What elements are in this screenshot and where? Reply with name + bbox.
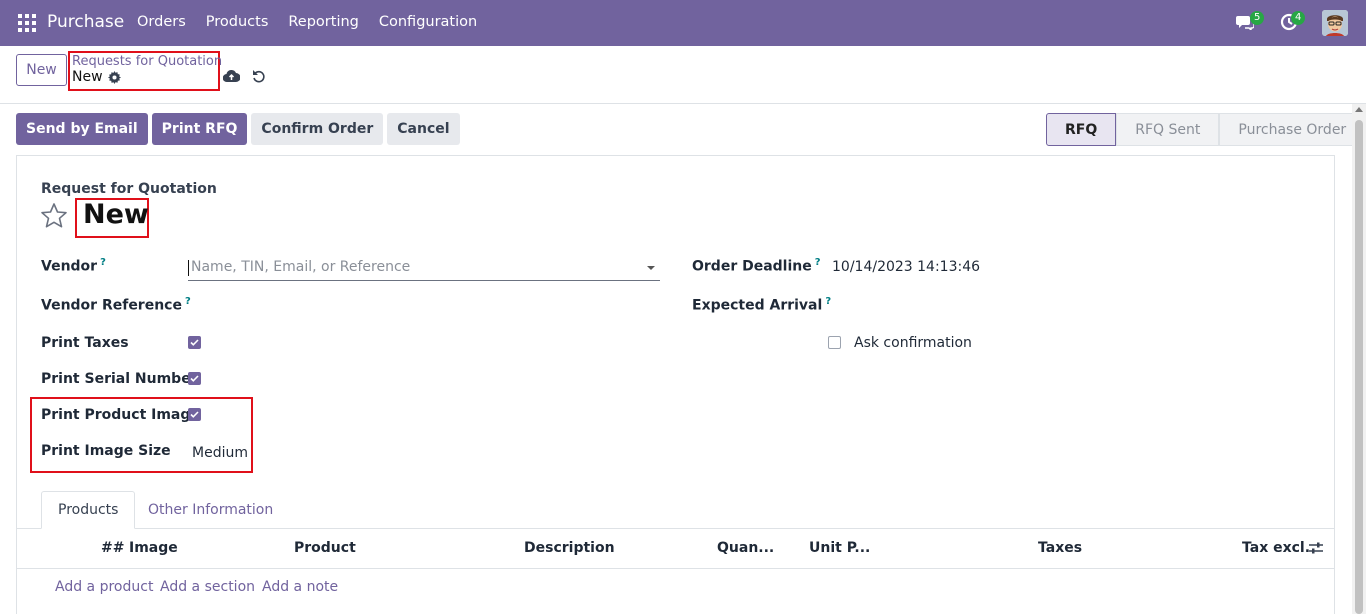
action-buttons: Send by Email Print RFQ Confirm Order Ca… <box>16 113 460 145</box>
print-taxes-label: Print Taxes <box>41 335 129 351</box>
order-deadline-field[interactable]: 10/14/2023 14:13:46 <box>832 259 980 275</box>
document-type-label: Request for Quotation <box>41 181 217 197</box>
print-serial-checkbox[interactable] <box>188 372 201 385</box>
activity-badge: 4 <box>1291 11 1306 25</box>
tab-products[interactable]: Products <box>41 491 136 529</box>
stage-rfq[interactable]: RFQ <box>1046 113 1117 146</box>
expected-arrival-label: Expected Arrival? <box>692 296 832 314</box>
dropdown-arrow-icon[interactable] <box>647 266 655 270</box>
menu-item-configuration[interactable]: Configuration <box>379 14 477 30</box>
cancel-button[interactable]: Cancel <box>387 113 460 145</box>
discard-undo-icon[interactable] <box>252 69 266 83</box>
print-image-size-label: Print Image Size <box>41 443 171 459</box>
table-header-divider <box>16 568 1335 569</box>
app-name[interactable]: Purchase <box>47 12 124 32</box>
add-product-link[interactable]: Add a product <box>55 579 153 595</box>
send-by-email-button[interactable]: Send by Email <box>16 113 148 145</box>
column-image[interactable]: Image <box>129 540 178 556</box>
save-cloud-icon[interactable] <box>223 69 240 83</box>
new-button[interactable]: New <box>16 54 67 86</box>
check-icon <box>190 411 199 418</box>
column-product[interactable]: Product <box>294 540 356 556</box>
column-description[interactable]: Description <box>524 540 615 556</box>
scroll-up-arrow-icon[interactable] <box>1355 107 1363 112</box>
menu-item-products[interactable]: Products <box>206 14 269 30</box>
star-icon[interactable] <box>40 202 68 230</box>
vendor-reference-label: Vendor Reference? <box>41 296 191 314</box>
breadcrumb-current: New <box>72 69 103 85</box>
stage-rfq-sent[interactable]: RFQ Sent <box>1116 113 1220 146</box>
print-taxes-checkbox[interactable] <box>188 336 201 349</box>
order-deadline-label: Order Deadline? <box>692 257 821 275</box>
text-caret <box>188 260 189 276</box>
status-bar: RFQ RFQ Sent Purchase Order <box>1046 113 1366 146</box>
column-unit-price[interactable]: Unit P... <box>809 540 870 556</box>
check-icon <box>190 339 199 346</box>
help-icon[interactable]: ? <box>815 257 821 268</box>
column-sequence: ## <box>101 540 125 556</box>
ask-confirmation-label: Ask confirmation <box>854 335 972 351</box>
main-menu: Orders Products Reporting Configuration <box>137 14 477 30</box>
add-section-link[interactable]: Add a section <box>160 579 255 595</box>
vendor-label: Vendor? <box>41 257 106 275</box>
confirm-order-button[interactable]: Confirm Order <box>251 113 384 145</box>
check-icon <box>190 375 199 382</box>
record-title: New <box>83 199 149 230</box>
print-product-image-checkbox[interactable] <box>188 408 201 421</box>
print-image-size-select[interactable]: Medium <box>192 445 248 461</box>
vendor-input[interactable]: Name, TIN, Email, or Reference <box>188 257 660 281</box>
print-rfq-button[interactable]: Print RFQ <box>151 113 248 145</box>
help-icon[interactable]: ? <box>825 296 831 307</box>
help-icon[interactable]: ? <box>185 296 191 307</box>
column-quantity[interactable]: Quan... <box>717 540 774 556</box>
add-note-link[interactable]: Add a note <box>262 579 338 595</box>
stage-purchase-order[interactable]: Purchase Order <box>1219 113 1366 146</box>
user-avatar[interactable] <box>1322 10 1348 36</box>
gear-icon[interactable] <box>108 71 121 84</box>
control-panel: New Requests for Quotation New <box>0 46 1366 104</box>
breadcrumb-parent[interactable]: Requests for Quotation <box>72 54 222 69</box>
column-taxes[interactable]: Taxes <box>1038 540 1082 556</box>
chat-badge: 5 <box>1250 11 1265 25</box>
help-icon[interactable]: ? <box>100 257 106 268</box>
top-navbar: Purchase Orders Products Reporting Confi… <box>0 0 1366 46</box>
form-sheet <box>16 155 1335 614</box>
app-grid-icon[interactable] <box>18 14 36 32</box>
print-product-image-label: Print Product Image <box>41 407 200 423</box>
ask-confirmation-checkbox[interactable] <box>828 336 841 349</box>
menu-item-reporting[interactable]: Reporting <box>288 14 359 30</box>
menu-item-orders[interactable]: Orders <box>137 14 186 30</box>
tab-other-information[interactable]: Other Information <box>132 491 289 529</box>
column-tax-excl[interactable]: Tax excl. <box>1242 540 1310 556</box>
scrollbar-thumb[interactable] <box>1355 120 1363 614</box>
column-settings-icon[interactable] <box>1309 541 1323 555</box>
print-serial-label: Print Serial Number <box>41 371 198 387</box>
